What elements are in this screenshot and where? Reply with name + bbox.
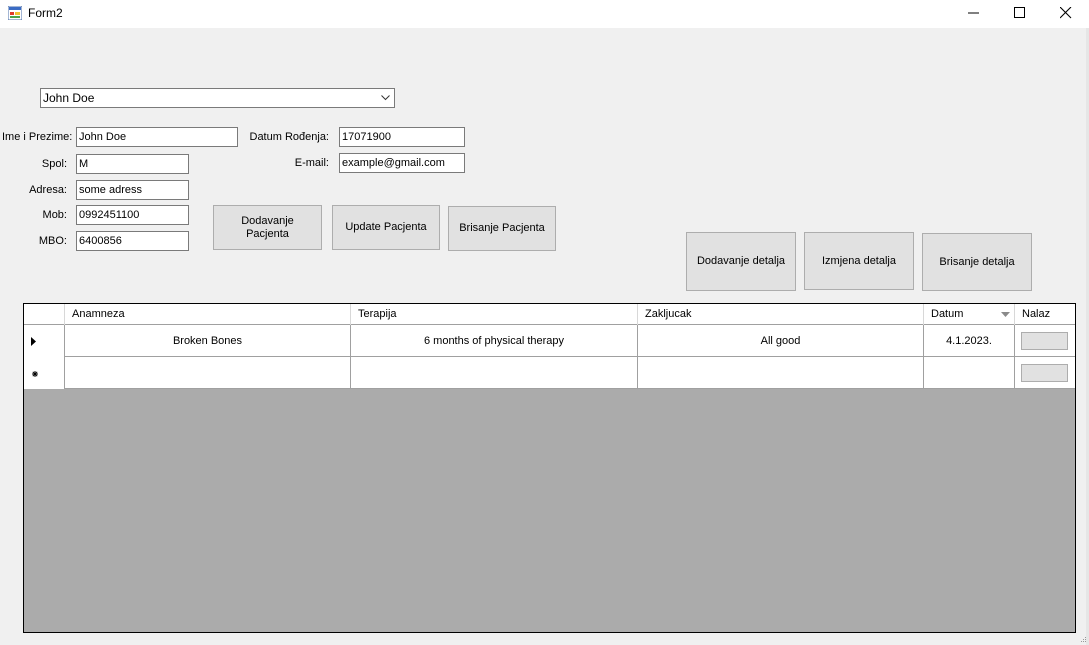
details-grid[interactable]: Anamneza Terapija Zakljucak Datum Nalaz … xyxy=(23,303,1076,633)
minimize-button[interactable] xyxy=(951,0,997,28)
dob-label: Datum Rođenja: xyxy=(249,131,330,143)
patient-select-value: John Doe xyxy=(43,91,95,105)
mbo-label: MBO: xyxy=(38,235,67,247)
patient-select[interactable]: John Doe xyxy=(40,88,395,108)
name-label: Ime i Prezime: xyxy=(2,131,73,143)
column-header-nalaz[interactable]: Nalaz xyxy=(1015,304,1075,325)
minimize-icon xyxy=(968,12,979,14)
grid-header-row: Anamneza Terapija Zakljucak Datum Nalaz xyxy=(24,304,1075,325)
address-field[interactable]: some adress xyxy=(76,180,189,200)
row-header[interactable] xyxy=(24,325,65,357)
mobile-field[interactable]: 0992451100 xyxy=(76,205,189,225)
cell-zakljucak[interactable]: All good xyxy=(638,325,924,357)
cell-terapija[interactable]: 6 months of physical therapy xyxy=(351,325,638,357)
app-icon xyxy=(8,6,22,20)
delete-patient-button[interactable]: Brisanje Pacjenta xyxy=(448,206,556,251)
current-row-icon xyxy=(31,337,36,346)
column-header-anamneza[interactable]: Anamneza xyxy=(65,304,351,325)
maximize-icon xyxy=(1014,7,1025,18)
sort-descending-icon xyxy=(1001,312,1010,317)
column-header-datum[interactable]: Datum xyxy=(924,304,1015,325)
row-header-corner[interactable] xyxy=(24,304,65,325)
email-label: E-mail: xyxy=(294,157,329,169)
new-cell-terapija[interactable] xyxy=(351,357,638,389)
edit-detail-button[interactable]: Izmjena detalja xyxy=(804,232,914,290)
column-header-datum-label: Datum xyxy=(931,308,964,320)
dob-field[interactable]: 17071900 xyxy=(339,127,465,147)
new-cell-anamneza[interactable] xyxy=(65,357,351,389)
add-detail-button[interactable]: Dodavanje detalja xyxy=(686,232,796,291)
cell-datum[interactable]: 4.1.2023. xyxy=(924,325,1015,357)
title-bar[interactable]: Form2 xyxy=(0,0,1089,28)
resize-grip-icon[interactable] xyxy=(1079,635,1087,643)
new-cell-zakljucak[interactable] xyxy=(638,357,924,389)
new-row-asterisk-icon xyxy=(32,371,38,377)
chevron-down-icon xyxy=(381,95,390,101)
cell-anamneza[interactable]: Broken Bones xyxy=(65,325,351,357)
new-cell-datum[interactable] xyxy=(924,357,1015,389)
new-cell-nalaz xyxy=(1015,357,1075,389)
update-patient-button[interactable]: Update Pacjenta xyxy=(332,205,440,250)
new-row-header[interactable] xyxy=(24,357,65,389)
name-field[interactable]: John Doe xyxy=(76,127,238,147)
mbo-field[interactable]: 6400856 xyxy=(76,231,189,251)
nalaz-cell-button[interactable] xyxy=(1021,332,1068,350)
window-title: Form2 xyxy=(28,6,63,20)
close-icon xyxy=(1060,7,1072,19)
address-label: Adresa: xyxy=(29,184,67,196)
mobile-label: Mob: xyxy=(42,209,67,221)
cell-nalaz xyxy=(1015,325,1075,357)
gender-field[interactable]: M xyxy=(76,154,189,174)
gender-label: Spol: xyxy=(41,158,67,170)
maximize-button[interactable] xyxy=(997,0,1043,28)
close-button[interactable] xyxy=(1043,0,1089,28)
add-patient-button[interactable]: Dodavanje Pacjenta xyxy=(213,205,322,250)
column-header-terapija[interactable]: Terapija xyxy=(351,304,638,325)
new-row[interactable] xyxy=(24,357,1075,389)
delete-detail-button[interactable]: Brisanje detalja xyxy=(922,233,1032,291)
table-row[interactable]: Broken Bones 6 months of physical therap… xyxy=(24,325,1075,357)
column-header-zakljucak[interactable]: Zakljucak xyxy=(638,304,924,325)
new-nalaz-cell-button[interactable] xyxy=(1021,364,1068,382)
email-field[interactable]: example@gmail.com xyxy=(339,153,465,173)
